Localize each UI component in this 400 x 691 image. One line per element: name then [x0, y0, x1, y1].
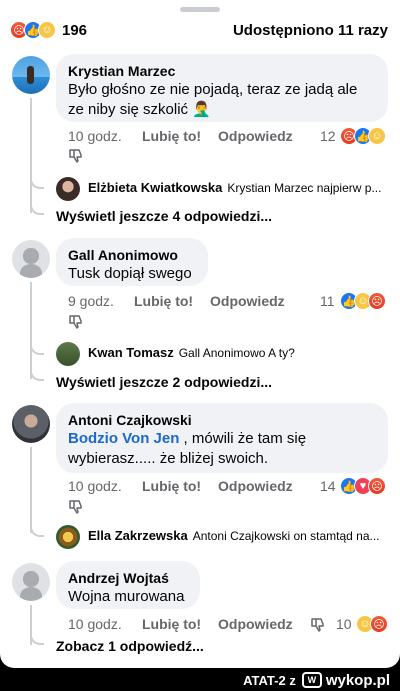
post-reactions[interactable]: ☹ 👍 ☺ 196: [10, 20, 87, 40]
reply-preview[interactable]: Elżbieta Kwiatkowska Krystian Marzec naj…: [88, 180, 390, 195]
avatar[interactable]: [12, 56, 50, 94]
view-more-replies-link[interactable]: Zobacz 1 odpowiedź...: [56, 638, 204, 654]
comment-reaction-count: 10: [336, 616, 352, 632]
avatar[interactable]: [56, 525, 80, 549]
watermark: ATAT-2 z W wykop.pl: [243, 670, 390, 690]
reply-button[interactable]: Odpowiedz: [210, 293, 285, 309]
comment-author[interactable]: Antoni Czajkowski: [68, 411, 376, 429]
thread-curve: [30, 343, 44, 355]
comment-text: Wojna murowana: [68, 588, 185, 605]
like-button[interactable]: Lubię to!: [142, 616, 201, 632]
like-button[interactable]: Lubię to!: [142, 478, 201, 494]
comment-actions: 10 godz. Lubię to! Odpowiedz 10: [68, 614, 388, 634]
haha-reaction-icon: ☺: [38, 21, 56, 39]
thread-line: [30, 98, 32, 213]
dislike-icon[interactable]: [310, 616, 326, 632]
reply-text: Krystian Marzec najpierw p...: [227, 180, 382, 195]
drag-handle[interactable]: [180, 7, 220, 12]
comment-time: 10 godz.: [68, 478, 122, 494]
reply-button[interactable]: Odpowiedz: [218, 616, 293, 632]
comment-reactions[interactable]: 👍 ♥ ☹: [340, 477, 386, 495]
reply-author: Elżbieta Kwiatkowska: [88, 180, 223, 195]
avatar[interactable]: [56, 177, 80, 201]
like-button[interactable]: Lubię to!: [134, 293, 193, 309]
thread-curve: [30, 369, 44, 381]
avatar[interactable]: [12, 240, 50, 278]
wykop-logo-icon: W: [301, 672, 322, 688]
view-more-replies-link[interactable]: Wyświetl jeszcze 2 odpowiedzi...: [56, 374, 272, 390]
post-summary-bar: ☹ 👍 ☺ 196 Udostępniono 11 razy: [0, 18, 400, 44]
reply-text: Antoni Czajkowski on stamtąd na...: [192, 528, 380, 543]
reply-text: Gall Anonimowo A ty?: [178, 345, 295, 360]
reply-preview[interactable]: Kwan Tomasz Gall Anonimowo A ty?: [88, 345, 390, 360]
angry-reaction-icon: ☹: [368, 292, 386, 310]
comment-reactions[interactable]: 👍 ☺ ☹: [340, 292, 386, 310]
avatar[interactable]: [12, 563, 50, 601]
share-count[interactable]: Udostępniono 11 razy: [233, 22, 388, 39]
reply-preview[interactable]: Ella Zakrzewska Antoni Czajkowski on sta…: [88, 528, 390, 543]
comment-time: 10 godz.: [68, 128, 122, 144]
footer-author: ATAT-2: [243, 672, 286, 688]
comment-bubble: Gall Anonimowo Tusk dopiął swego: [56, 238, 208, 286]
comment-text: Bodzio Von Jen , mówili że tam się wybie…: [68, 430, 307, 467]
comment-time: 10 godz.: [68, 616, 122, 632]
view-more-replies-link[interactable]: Wyświetl jeszcze 4 odpowiedzi...: [56, 208, 272, 224]
thread-line: [30, 282, 32, 379]
thread-line: [30, 447, 32, 533]
haha-reaction-icon: ☺: [368, 127, 386, 145]
comment-time: 9 godz.: [68, 293, 114, 309]
mention-link[interactable]: Bodzio Von Jen: [68, 430, 179, 447]
comment-reaction-count: 12: [320, 128, 336, 144]
comment-text: Było głośno ze nie pojadą, teraz ze jadą…: [68, 81, 358, 118]
avatar[interactable]: [12, 405, 50, 443]
comment-author[interactable]: Andrzej Wojtaś: [68, 569, 188, 587]
thread-curve: [30, 203, 44, 215]
angry-reaction-icon: ☹: [370, 615, 388, 633]
comment-bubble: Krystian Marzec Było głośno ze nie pojad…: [56, 54, 388, 122]
dislike-icon[interactable]: [68, 498, 84, 514]
comment-bubble: Andrzej Wojtaś Wojna murowana: [56, 561, 200, 609]
reply-button[interactable]: Odpowiedz: [218, 478, 293, 494]
footer-site: wykop.pl: [325, 671, 390, 689]
comment-author[interactable]: Gall Anonimowo: [68, 246, 196, 264]
like-button[interactable]: Lubię to!: [142, 128, 201, 144]
comment-text: Tusk dopiął swego: [68, 265, 192, 282]
reaction-count: 196: [62, 21, 88, 39]
angry-reaction-icon: ☹: [368, 477, 386, 495]
comment-reaction-count: 11: [320, 293, 335, 309]
comments-sheet: ☹ 👍 ☺ 196 Udostępniono 11 razy Krystian …: [0, 0, 400, 668]
comment-author[interactable]: Krystian Marzec: [68, 62, 376, 80]
thread-curve: [30, 177, 44, 189]
reply-author: Kwan Tomasz: [88, 345, 174, 360]
comment-bubble: Antoni Czajkowski Bodzio Von Jen , mówil…: [56, 403, 388, 473]
thread-curve: [30, 525, 44, 537]
comment-reaction-count: 14: [320, 478, 336, 494]
comment-reactions[interactable]: ☹ 👍 ☺: [340, 127, 386, 145]
dislike-icon[interactable]: [68, 313, 84, 329]
reply-author: Ella Zakrzewska: [88, 528, 188, 543]
dislike-icon[interactable]: [68, 147, 84, 163]
footer-prefix: z: [289, 672, 296, 688]
reply-button[interactable]: Odpowiedz: [218, 128, 293, 144]
thread-curve: [30, 633, 44, 645]
comment-reactions[interactable]: ☺ ☹: [356, 615, 388, 633]
avatar[interactable]: [56, 342, 80, 366]
